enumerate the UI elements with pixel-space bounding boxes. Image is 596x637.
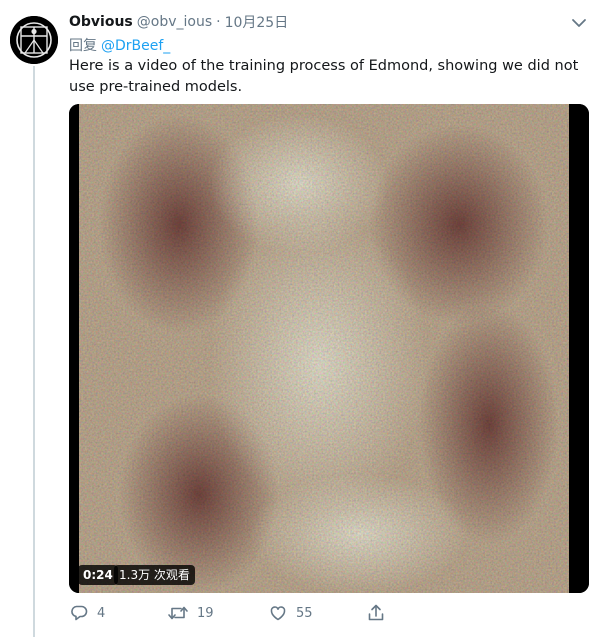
- heart-icon: [270, 606, 286, 621]
- thread-line: [33, 66, 35, 637]
- tweet-text: Here is a video of the training process …: [69, 58, 579, 95]
- chevron-down-icon[interactable]: [570, 14, 588, 32]
- like-button[interactable]: 55: [268, 603, 313, 623]
- retweet-button[interactable]: 19: [167, 603, 214, 623]
- video-views-badge: 1.3万 次观看: [114, 565, 195, 585]
- replying-to: 回复 @DrBeef_: [69, 35, 170, 55]
- video-duration-badge: 0:24: [78, 565, 118, 585]
- vitruvian-avatar-icon: [10, 16, 58, 64]
- separator-dot: ·: [216, 14, 221, 30]
- user-handle[interactable]: @obv_ious: [137, 14, 212, 30]
- tweet-header: Obvious @obv_ious · 10月25日: [69, 12, 288, 32]
- tweet-date[interactable]: 10月25日: [225, 12, 289, 32]
- share-icon: [368, 604, 384, 621]
- reply-button[interactable]: 4: [69, 603, 105, 623]
- reply-count: 4: [97, 605, 106, 621]
- share-button[interactable]: [366, 603, 386, 623]
- avatar[interactable]: [10, 16, 58, 64]
- like-count: 55: [296, 605, 313, 621]
- reply-icon: [71, 605, 88, 621]
- video-frame: [69, 104, 589, 593]
- reply-to-link[interactable]: @DrBeef_: [101, 38, 170, 54]
- display-name[interactable]: Obvious: [69, 14, 133, 30]
- video-player[interactable]: [69, 104, 589, 593]
- retweet-count: 19: [197, 605, 214, 621]
- reply-prefix: 回复: [69, 38, 97, 54]
- retweet-icon: [168, 606, 188, 620]
